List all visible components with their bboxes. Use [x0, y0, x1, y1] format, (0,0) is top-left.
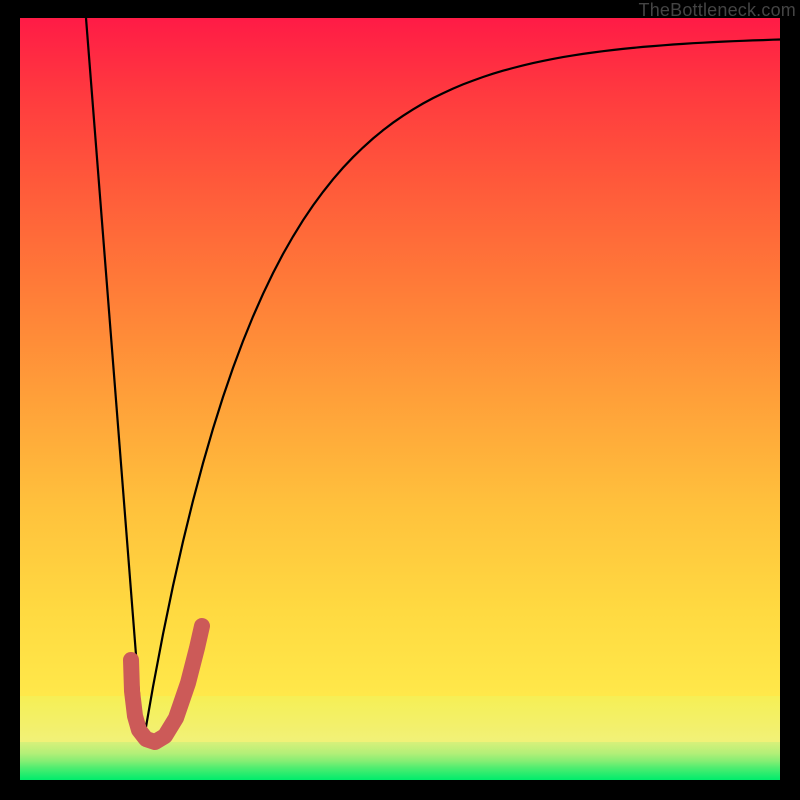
chart-svg	[20, 18, 780, 780]
chart-area	[20, 18, 780, 780]
attribution-text: TheBottleneck.com	[639, 0, 796, 21]
